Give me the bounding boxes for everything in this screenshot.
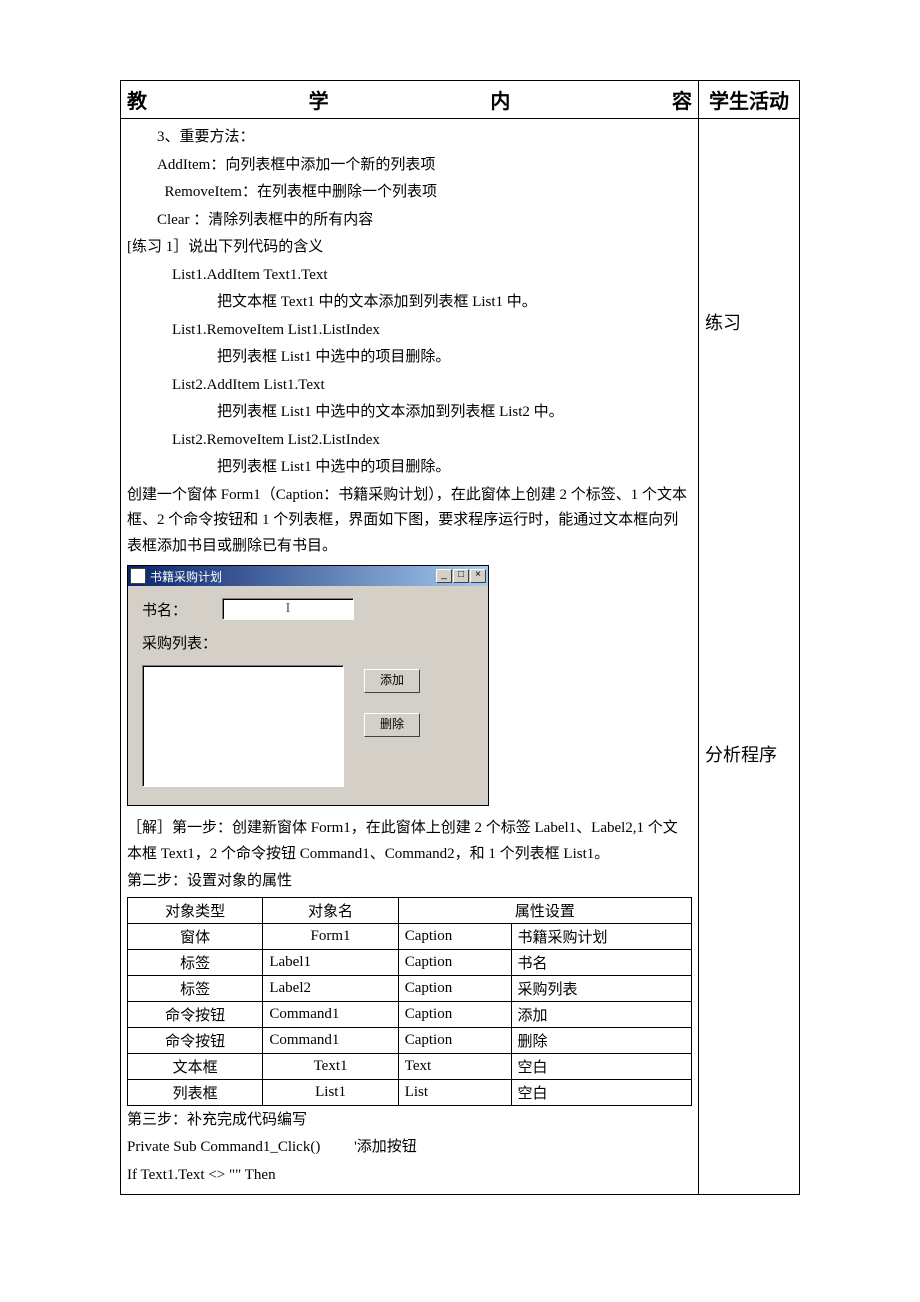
vb-delete-button[interactable]: 删除 xyxy=(364,713,420,737)
code-1: List1.AddItem Text1.Text xyxy=(127,263,692,289)
header-activity: 学生活动 xyxy=(699,81,800,119)
th-name: 对象名 xyxy=(263,897,398,923)
desc-2: 把列表框 List1 中选中的项目删除。 xyxy=(127,345,692,371)
solution-step1: ［解］第一步：创建新窗体 Form1，在此窗体上创建 2 个标签 Label1、… xyxy=(127,816,692,867)
maximize-icon[interactable]: □ xyxy=(453,569,469,583)
header-content: 教 学 内 容 xyxy=(121,81,699,119)
solution-step3: 第三步：补充完成代码编写 xyxy=(127,1108,692,1134)
exercise-title: [练习 1］说出下列代码的含义 xyxy=(127,235,692,261)
table-row: 命令按钮 Command1 Caption 添加 xyxy=(128,1001,692,1027)
method-removeitem: RemoveItem：在列表框中删除一个列表项 xyxy=(127,180,692,206)
code-4: List2.RemoveItem List2.ListIndex xyxy=(127,428,692,454)
code-2: List1.RemoveItem List1.ListIndex xyxy=(127,318,692,344)
activity-note-2: 分析程序 xyxy=(699,741,805,767)
desc-4: 把列表框 List1 中选中的项目删除。 xyxy=(127,455,692,481)
th-type: 对象类型 xyxy=(128,897,263,923)
properties-table: 对象类型 对象名 属性设置 窗体 Form1 Caption 书籍采购计划 标签… xyxy=(127,897,692,1106)
methods-title: 3、重要方法： xyxy=(127,125,692,151)
solution-step2: 第二步：设置对象的属性 xyxy=(127,869,692,895)
code-line-b: If Text1.Text <> "" Then xyxy=(127,1163,692,1189)
task-desc: 创建一个窗体 Form1（Caption：书籍采购计划），在此窗体上创建 2 个… xyxy=(127,483,692,560)
activity-note-1: 练习 xyxy=(699,309,805,335)
vb-label-bookname: 书名： xyxy=(142,599,222,620)
vb-titlebar: 书籍采购计划 _ □ × xyxy=(128,566,488,586)
table-row: 文本框 Text1 Text 空白 xyxy=(128,1053,692,1079)
minimize-icon[interactable]: _ xyxy=(436,569,452,583)
desc-3: 把列表框 List1 中选中的文本添加到列表框 List2 中。 xyxy=(127,400,692,426)
table-row: 窗体 Form1 Caption 书籍采购计划 xyxy=(128,923,692,949)
th-attr: 属性设置 xyxy=(398,897,691,923)
table-row: 标签 Label1 Caption 书名 xyxy=(128,949,692,975)
desc-1: 把文本框 Text1 中的文本添加到列表框 List1 中。 xyxy=(127,290,692,316)
vb-textbox[interactable]: I xyxy=(222,598,354,620)
method-clear: Clear ：清除列表框中的所有内容 xyxy=(127,208,692,234)
table-row: 命令按钮 Command1 Caption 删除 xyxy=(128,1027,692,1053)
close-icon[interactable]: × xyxy=(470,569,486,583)
vb-listbox[interactable] xyxy=(142,665,344,787)
method-additem: AddItem：向列表框中添加一个新的列表项 xyxy=(127,153,692,179)
vb-form-screenshot: 书籍采购计划 _ □ × 书名： I xyxy=(127,565,489,806)
vb-title: 书籍采购计划 xyxy=(150,568,222,585)
lesson-table: 教 学 内 容 学生活动 3、重要方法： AddItem：向列表框中添加一个新的… xyxy=(120,80,800,1195)
vb-add-button[interactable]: 添加 xyxy=(364,669,420,693)
table-row: 列表框 List1 List 空白 xyxy=(128,1079,692,1105)
table-row: 标签 Label2 Caption 采购列表 xyxy=(128,975,692,1001)
code-line-a: Private Sub Command1_Click() '添加按钮 xyxy=(127,1135,692,1161)
vb-form-icon xyxy=(130,568,146,584)
vb-label-list: 采购列表： xyxy=(142,632,222,653)
activity-cell: 练习 分析程序 xyxy=(699,119,800,1195)
content-cell: 3、重要方法： AddItem：向列表框中添加一个新的列表项 RemoveIte… xyxy=(121,119,699,1195)
code-3: List2.AddItem List1.Text xyxy=(127,373,692,399)
